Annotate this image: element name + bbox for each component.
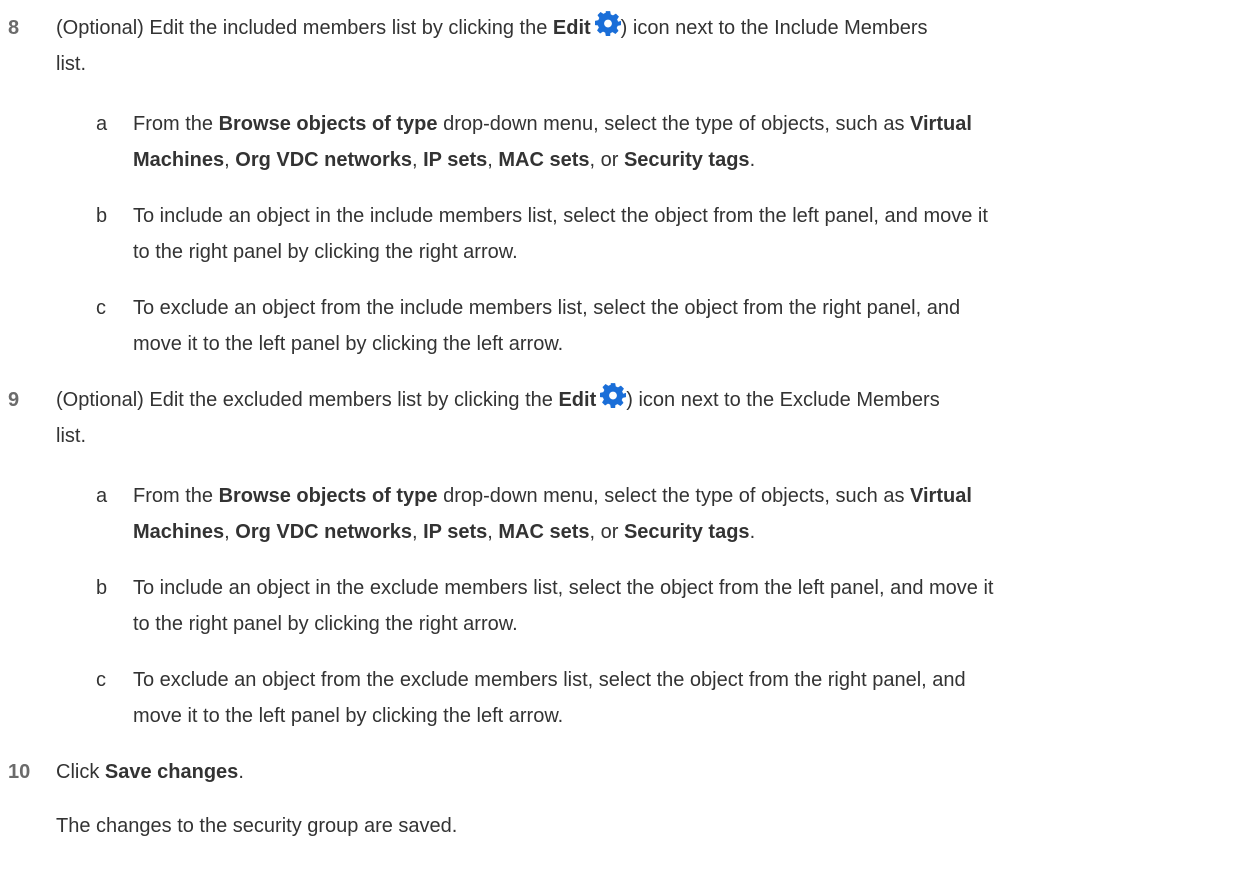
- edit-label: Edit: [558, 389, 597, 411]
- bold-term: MAC sets: [498, 149, 590, 171]
- step-line: list.: [56, 53, 86, 75]
- step-line: list.: [56, 425, 86, 447]
- text-run: ,: [411, 149, 424, 171]
- bold-term: IP sets: [423, 521, 488, 543]
- substep-line: to the right panel by clicking the right…: [133, 241, 518, 263]
- substep-line: To include an object in the exclude memb…: [133, 577, 994, 599]
- edit-label: Edit: [552, 17, 591, 39]
- text-run: , or: [589, 149, 624, 171]
- bold-term: Browse objects of type: [218, 113, 438, 135]
- step-text: (Optional) Edit the excluded members lis…: [56, 382, 1226, 454]
- step-line: Click Save changes.: [56, 754, 1226, 790]
- bold-term: Org VDC networks: [235, 149, 412, 171]
- step-number: 9: [8, 389, 20, 411]
- text-run: ,: [487, 149, 499, 171]
- step-line: (Optional) Edit the included members lis…: [56, 10, 1226, 46]
- text-run: ,: [411, 521, 424, 543]
- text-run: .: [749, 149, 756, 171]
- text-run: ) icon next to the Exclude Members: [626, 389, 940, 411]
- substep-line: To include an object in the include memb…: [133, 205, 988, 227]
- substep-text: To include an object in the include memb…: [133, 198, 1248, 270]
- text-run: drop-down menu, select the type of objec…: [437, 113, 910, 135]
- substep-letter: b: [96, 205, 108, 227]
- substep-text: To include an object in the exclude memb…: [133, 570, 1248, 642]
- text-run: drop-down menu, select the type of objec…: [437, 485, 910, 507]
- substep-line: From the Browse objects of type drop-dow…: [133, 478, 1248, 514]
- text-run: ) icon next to the Include Members: [620, 17, 928, 39]
- bold-term: Browse objects of type: [218, 485, 438, 507]
- bold-term: Org VDC networks: [235, 521, 412, 543]
- substep-text: From the Browse objects of type drop-dow…: [133, 478, 1248, 550]
- bold-term: Security tags: [623, 149, 750, 171]
- bold-term: Machines: [133, 521, 225, 543]
- step-number: 8: [8, 17, 20, 39]
- bold-term: Machines: [133, 149, 225, 171]
- gear-icon: [594, 11, 621, 36]
- substep-line: move it to the left panel by clicking th…: [133, 705, 564, 727]
- text-run: (Optional) Edit the excluded members lis…: [56, 389, 559, 411]
- substep-line: Machines, Org VDC networks, IP sets, MAC…: [133, 142, 1248, 178]
- step-line: (Optional) Edit the excluded members lis…: [56, 382, 1226, 418]
- text-run: Click: [56, 761, 105, 783]
- step-result: The changes to the security group are sa…: [56, 815, 458, 837]
- text-run: ,: [224, 521, 236, 543]
- text-run: ,: [224, 149, 236, 171]
- substep-text: To exclude an object from the exclude me…: [133, 662, 1248, 734]
- bold-term: Virtual: [910, 485, 972, 507]
- bold-term: Virtual: [910, 113, 972, 135]
- step-text: Click Save changes.: [56, 754, 1226, 790]
- bold-term: MAC sets: [498, 521, 590, 543]
- text-run: ,: [487, 521, 499, 543]
- document-page: { "colors": { "text": "#333333", "step_n…: [0, 0, 1260, 872]
- substep-line: To exclude an object from the include me…: [133, 297, 961, 319]
- text-run: .: [749, 521, 756, 543]
- bold-term: Security tags: [623, 521, 750, 543]
- substep-letter: b: [96, 577, 108, 599]
- substep-letter: a: [96, 485, 108, 507]
- step-number: 10: [8, 761, 31, 783]
- gear-icon: [600, 383, 627, 408]
- text-run: .: [238, 761, 244, 783]
- text-run: From the: [133, 113, 219, 135]
- text-run: , or: [589, 521, 624, 543]
- substep-line: From the Browse objects of type drop-dow…: [133, 106, 1248, 142]
- substep-text: From the Browse objects of type drop-dow…: [133, 106, 1248, 178]
- substep-line: To exclude an object from the exclude me…: [133, 669, 966, 691]
- substep-line: move it to the left panel by clicking th…: [133, 333, 564, 355]
- text-run: (Optional) Edit the included members lis…: [56, 17, 553, 39]
- text-run: From the: [133, 485, 219, 507]
- substep-letter: c: [96, 297, 106, 319]
- step-text: (Optional) Edit the included members lis…: [56, 10, 1226, 82]
- substep-letter: a: [96, 113, 108, 135]
- substep-letter: c: [96, 669, 106, 691]
- substep-text: To exclude an object from the include me…: [133, 290, 1248, 362]
- bold-term: IP sets: [423, 149, 488, 171]
- substep-line: to the right panel by clicking the right…: [133, 613, 518, 635]
- substep-line: Machines, Org VDC networks, IP sets, MAC…: [133, 514, 1248, 550]
- save-changes-label: Save changes: [104, 761, 239, 783]
